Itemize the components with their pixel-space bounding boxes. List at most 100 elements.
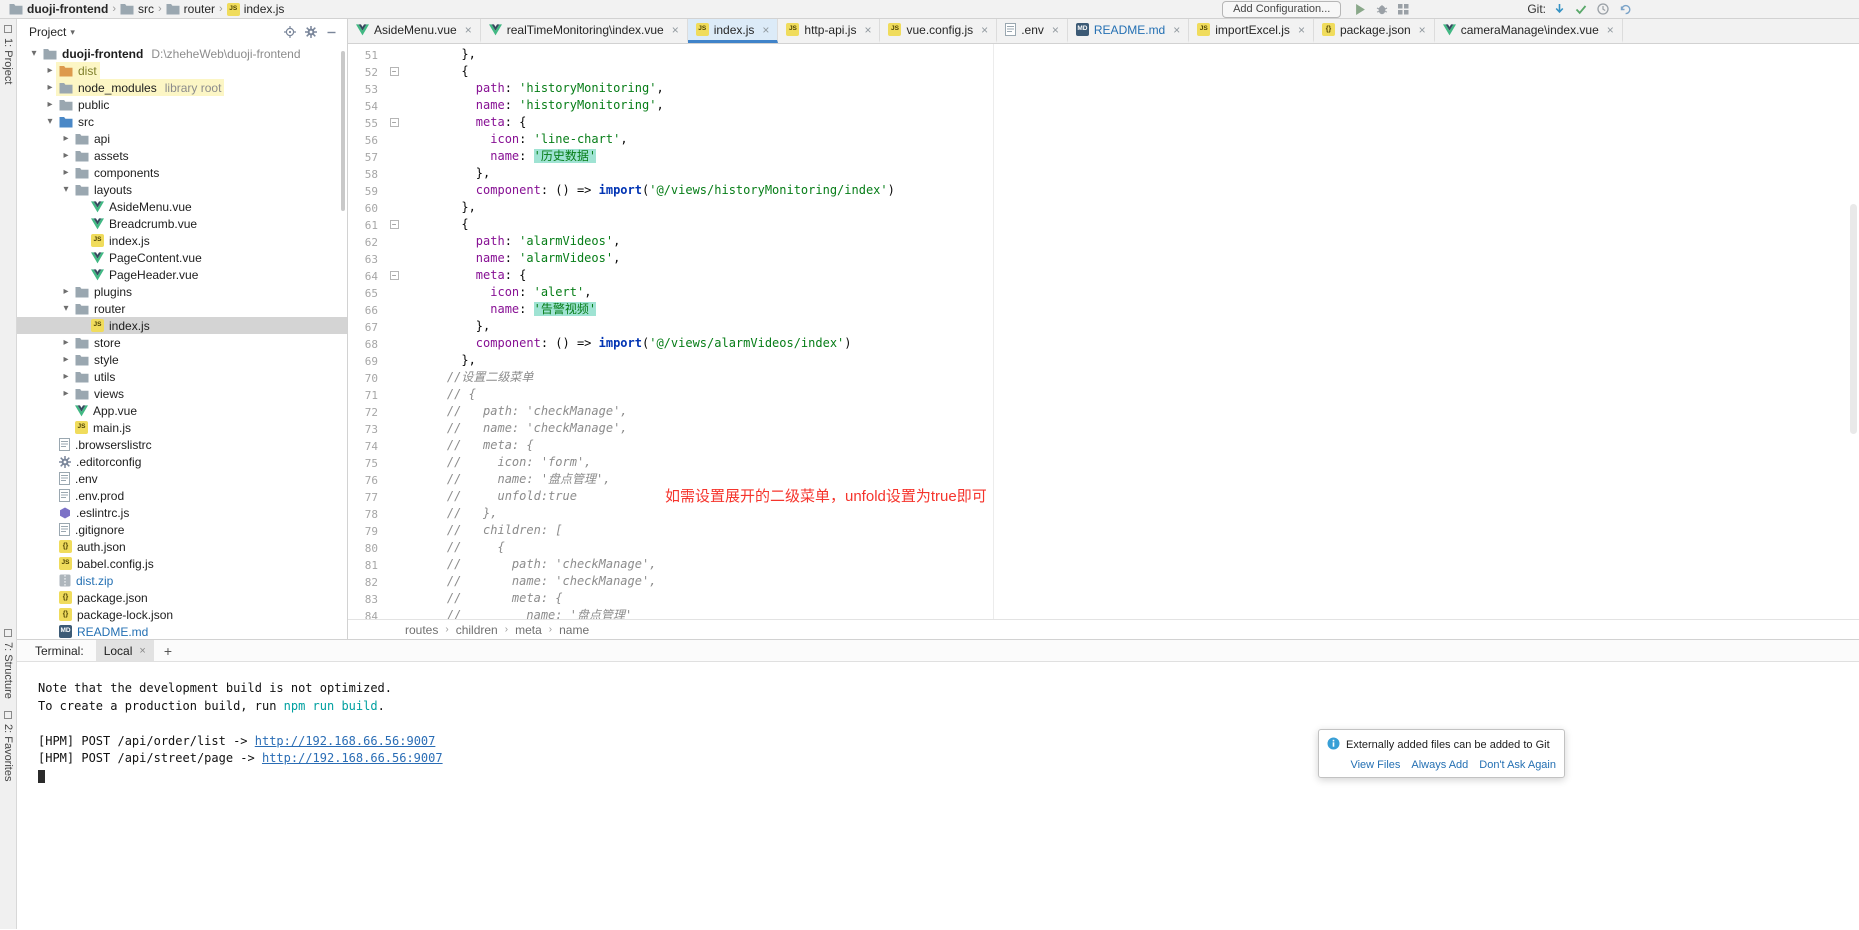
tree-item-breadcrumb-vue[interactable]: Breadcrumb.vue [17,215,347,232]
editor-tab-vue-config-js[interactable]: JSvue.config.js× [880,19,997,43]
run-icon[interactable] [1355,4,1366,15]
close-icon[interactable]: × [1173,23,1180,37]
code-editor[interactable]: 51 },52− {53 path: 'historyMonitoring',5… [348,44,1859,619]
tree-item-public[interactable]: ▸public [17,96,347,113]
tool-button-structure[interactable]: 7: Structure [1,623,15,705]
tree-item-components[interactable]: ▸components [17,164,347,181]
editor-tab-env[interactable]: .env× [997,19,1068,43]
tree-item-eslintrc-js[interactable]: .eslintrc.js [17,504,347,521]
settings-button[interactable] [305,26,317,38]
editor-tab-package-json[interactable]: {}package.json× [1314,19,1435,43]
tree-item-index-js[interactable]: JSindex.js [17,232,347,249]
title-breadcrumb-src[interactable]: src [117,2,157,16]
view-files-link[interactable]: View Files [1350,759,1400,771]
git-history-icon[interactable] [1597,3,1609,15]
editor-scrollbar[interactable] [1850,204,1857,434]
close-icon[interactable]: × [981,23,988,37]
close-icon[interactable]: × [1298,23,1305,37]
close-icon[interactable]: × [1607,23,1614,37]
debug-icon[interactable] [1376,4,1388,15]
code-breadcrumb-name[interactable]: name [559,623,589,637]
tree-item-dist[interactable]: ▸dist [17,62,347,79]
project-view-dropdown[interactable]: Project ▾ [29,25,75,39]
tree-item-asidemenu-vue[interactable]: AsideMenu.vue [17,198,347,215]
always-add-link[interactable]: Always Add [1411,759,1468,771]
coverage-icon[interactable] [1398,4,1409,15]
git-commit-icon[interactable] [1575,4,1587,15]
tree-item-auth-json[interactable]: {}auth.json [17,538,347,555]
tree-item-plugins[interactable]: ▸plugins [17,283,347,300]
chevron-closed-icon[interactable]: ▸ [44,65,56,76]
tree-item-src[interactable]: ▾src [17,113,347,130]
terminal-link[interactable]: http://192.168.66.56:9007 [262,751,443,765]
fold-marker[interactable]: − [384,63,404,80]
editor-tab-cameramanage-index-vue[interactable]: cameraManage\index.vue× [1435,19,1623,43]
tree-item-browserslistrc[interactable]: .browserslistrc [17,436,347,453]
hide-panel-button[interactable] [326,27,337,38]
editor-tab-index-js[interactable]: JSindex.js× [688,19,779,43]
tool-button-project[interactable]: 1: Project [1,19,15,90]
chevron-open-icon[interactable]: ▾ [44,116,56,127]
close-icon[interactable]: × [465,23,472,37]
tool-button-favorites[interactable]: 2: Favorites [1,705,15,787]
new-terminal-button[interactable]: + [164,643,172,659]
chevron-open-icon[interactable]: ▾ [60,303,72,314]
chevron-closed-icon[interactable]: ▸ [44,82,56,93]
chevron-closed-icon[interactable]: ▸ [60,354,72,365]
tree-item-babel-config-js[interactable]: JSbabel.config.js [17,555,347,572]
tree-item-utils[interactable]: ▸utils [17,368,347,385]
chevron-closed-icon[interactable]: ▸ [60,150,72,161]
project-scrollbar[interactable] [341,51,345,211]
tree-item-env[interactable]: .env [17,470,347,487]
close-icon[interactable]: × [139,645,145,657]
tree-item-assets[interactable]: ▸assets [17,147,347,164]
dont-ask-again-link[interactable]: Don't Ask Again [1479,759,1556,771]
tree-item-gitignore[interactable]: .gitignore [17,521,347,538]
close-icon[interactable]: × [864,23,871,37]
terminal-tab-local[interactable]: Local × [96,640,154,661]
chevron-closed-icon[interactable]: ▸ [60,388,72,399]
chevron-closed-icon[interactable]: ▸ [60,371,72,382]
chevron-closed-icon[interactable]: ▸ [60,167,72,178]
tree-item-pageheader-vue[interactable]: PageHeader.vue [17,266,347,283]
tree-item-main-js[interactable]: JSmain.js [17,419,347,436]
tree-item-pagecontent-vue[interactable]: PageContent.vue [17,249,347,266]
editor-tab-http-api-js[interactable]: JShttp-api.js× [778,19,880,43]
tree-item-package-json[interactable]: {}package.json [17,589,347,606]
chevron-closed-icon[interactable]: ▸ [44,99,56,110]
fold-marker[interactable]: − [384,267,404,284]
tree-item-duoji-frontend[interactable]: ▾duoji-frontendD:\zheheWeb\duoji-fronten… [17,45,347,62]
terminal-output[interactable]: Note that the development build is not o… [17,662,1859,929]
tree-item-index-js[interactable]: JSindex.js [17,317,347,334]
tree-item-views[interactable]: ▸views [17,385,347,402]
close-icon[interactable]: × [762,23,769,37]
code-breadcrumb-children[interactable]: children [456,623,498,637]
tree-item-node-modules[interactable]: ▸node_moduleslibrary root [17,79,347,96]
editor-tab-realtimemonitoring-index-vue[interactable]: realTimeMonitoring\index.vue× [481,19,688,43]
tree-item-router[interactable]: ▾router [17,300,347,317]
tree-item-app-vue[interactable]: App.vue [17,402,347,419]
editor-tab-importexcel-js[interactable]: JSimportExcel.js× [1189,19,1314,43]
chevron-closed-icon[interactable]: ▸ [60,286,72,297]
tree-item-editorconfig[interactable]: .editorconfig [17,453,347,470]
tree-item-style[interactable]: ▸style [17,351,347,368]
tree-item-env-prod[interactable]: .env.prod [17,487,347,504]
fold-marker[interactable]: − [384,216,404,233]
add-configuration-button[interactable]: Add Configuration... [1222,1,1341,18]
locate-button[interactable] [284,26,296,38]
close-icon[interactable]: × [672,23,679,37]
editor-tab-asidemenu-vue[interactable]: AsideMenu.vue× [348,19,481,43]
tree-item-package-lock-json[interactable]: {}package-lock.json [17,606,347,623]
code-breadcrumb-routes[interactable]: routes [405,623,438,637]
tree-item-store[interactable]: ▸store [17,334,347,351]
fold-marker[interactable]: − [384,114,404,131]
terminal-link[interactable]: http://192.168.66.56:9007 [255,734,436,748]
chevron-closed-icon[interactable]: ▸ [60,133,72,144]
title-breadcrumb-duoji-frontend[interactable]: duoji-frontend [6,2,111,16]
code-breadcrumb-meta[interactable]: meta [515,623,542,637]
tree-item-readme-md[interactable]: MDREADME.md [17,623,347,639]
tree-item-api[interactable]: ▸api [17,130,347,147]
title-breadcrumb-index-js[interactable]: JSindex.js [224,2,288,16]
git-update-icon[interactable] [1554,3,1565,15]
chevron-open-icon[interactable]: ▾ [28,48,40,59]
